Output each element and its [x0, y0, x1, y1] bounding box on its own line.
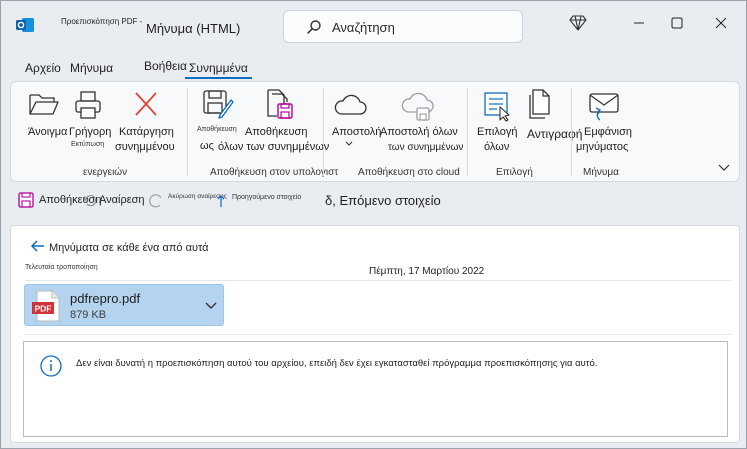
chevron-down-icon[interactable]: [205, 302, 217, 310]
ribbon-separator: [187, 88, 188, 176]
undo-button[interactable]: Αναίρεση: [99, 194, 145, 206]
copy-button[interactable]: Αντιγραφή: [527, 128, 582, 141]
save-icon[interactable]: [18, 192, 34, 208]
divider: [25, 334, 731, 335]
group-label-cloud: Αποθήκευση στο cloud: [358, 167, 460, 178]
maximize-button[interactable]: [667, 13, 687, 33]
attachment-card[interactable]: PDF pdfrepro.pdf 879 KB: [24, 284, 224, 326]
ribbon-separator: [467, 88, 468, 176]
group-label-save-pc: Αποθήκευση στον υπολογιστ: [210, 167, 339, 178]
previous-item-arrow-icon[interactable]: [217, 194, 225, 208]
outlook-app-icon: [16, 18, 34, 32]
quick-print-button[interactable]: Γρήγορη: [69, 126, 111, 139]
previous-item-button[interactable]: Προηγούμενο στοιχείο: [232, 194, 301, 201]
ribbon: Άνοιγμα Γρήγορη Εκτύπωση Κατάργηση συνημ…: [10, 81, 740, 182]
modified-date: Πέμπτη, 17 Μαρτίου 2022: [369, 266, 485, 277]
undo-icon[interactable]: [84, 194, 96, 206]
remove-x-icon[interactable]: [133, 90, 159, 118]
title-bar: Προεπισκόπηση PDF - Μήνυμα (HTML) Αναζήτ…: [1, 1, 746, 51]
quick-access-toolbar: Αποθήκευση Αναίρεση Ακύρωση αναίρεσης Πρ…: [10, 187, 740, 213]
ribbon-separator: [323, 88, 324, 176]
window-title: Μήνυμα (HTML): [146, 21, 241, 36]
save-as-icon[interactable]: [202, 88, 234, 120]
pdf-file-icon: PDF: [32, 290, 60, 322]
select-all-button[interactable]: Επιλογή: [477, 126, 517, 139]
printer-icon[interactable]: [73, 90, 103, 120]
reading-pane: Μηνύματα σε κάθε ένα από αυτά Τελευταία …: [10, 225, 740, 443]
chevron-down-icon[interactable]: [345, 141, 353, 147]
copy-icon[interactable]: [526, 88, 556, 122]
back-to-messages-link[interactable]: Μηνύματα σε κάθε ένα από αυτά: [49, 242, 209, 254]
tab-message[interactable]: Μήνυμα: [70, 61, 113, 75]
select-all-line2: όλων: [484, 141, 510, 153]
outlook-window: Προεπισκόπηση PDF - Μήνυμα (HTML) Αναζήτ…: [0, 0, 747, 449]
save-all-attachments-button[interactable]: Αποθήκευση: [245, 126, 307, 139]
group-label-select: Επιλογή: [496, 167, 533, 178]
search-icon: [307, 20, 321, 34]
show-message-line2: μηνύματος: [576, 141, 629, 153]
last-modified-label: Τελευταία τροποποίηση: [25, 264, 98, 271]
cloud-save-icon[interactable]: [400, 92, 434, 122]
save-as-button[interactable]: ως: [200, 140, 214, 153]
remove-attachment-button[interactable]: Κατάργηση: [119, 126, 174, 139]
cloud-icon[interactable]: [333, 94, 367, 116]
send-all-attachments-button[interactable]: Αποστολή όλων: [380, 126, 458, 139]
divider: [25, 280, 731, 281]
pdf-icon-label: PDF: [35, 304, 52, 314]
diamond-premium-icon[interactable]: [569, 15, 587, 31]
group-label-message: Μήνυμα: [583, 167, 619, 178]
search-placeholder: Αναζήτηση: [332, 20, 395, 35]
envelope-arrow-icon[interactable]: [587, 91, 621, 121]
preview-unavailable-message: Δεν είναι δυνατή η προεπισκόπηση αυτού τ…: [76, 358, 598, 369]
save-all-attachments-line2: όλων των συνημμένων: [218, 141, 330, 153]
folder-open-icon[interactable]: [28, 90, 60, 118]
save-as-small-label: Αποθήκευση: [197, 126, 237, 133]
attachment-filename: pdfrepro.pdf: [70, 291, 141, 306]
ribbon-tabs: Αρχείο Μήνυμα Βοήθεια Συνημμένα: [1, 57, 746, 79]
quick-print-sublabel: Εκτύπωση: [71, 141, 105, 148]
attachment-filesize: 879 KB: [70, 309, 107, 321]
send-all-attachments-line2: των συνημμένων: [388, 142, 464, 153]
close-button[interactable]: [711, 13, 731, 33]
next-item-button[interactable]: δ, Επόμενο στοιχείο: [325, 193, 441, 208]
redo-icon[interactable]: [147, 192, 163, 208]
preview-unavailable-box: Δεν είναι δυνατή η προεπισκόπηση αυτού τ…: [23, 341, 728, 437]
ribbon-expand-chevron-icon[interactable]: [718, 164, 730, 172]
tab-file[interactable]: Αρχείο: [25, 61, 61, 75]
send-button[interactable]: Αποστολή: [332, 126, 381, 139]
ribbon-separator: [571, 88, 572, 176]
select-all-icon[interactable]: [483, 90, 513, 122]
open-button[interactable]: Άνοιγμα: [28, 126, 67, 139]
info-icon: [40, 355, 62, 377]
minimize-button[interactable]: [629, 13, 649, 33]
group-label-actions: ενεργειών: [83, 167, 128, 178]
document-title: Προεπισκόπηση PDF -: [61, 17, 143, 26]
tab-help[interactable]: Βοήθεια: [144, 59, 187, 73]
remove-attachment-line2: συνημμένου: [115, 141, 175, 153]
save-all-attachments-icon[interactable]: [264, 88, 296, 122]
tab-attachments[interactable]: Συνημμένα: [185, 61, 252, 79]
show-message-button[interactable]: Εμφάνιση: [584, 126, 632, 139]
back-arrow-icon[interactable]: [31, 240, 45, 252]
search-box[interactable]: Αναζήτηση: [283, 10, 523, 43]
